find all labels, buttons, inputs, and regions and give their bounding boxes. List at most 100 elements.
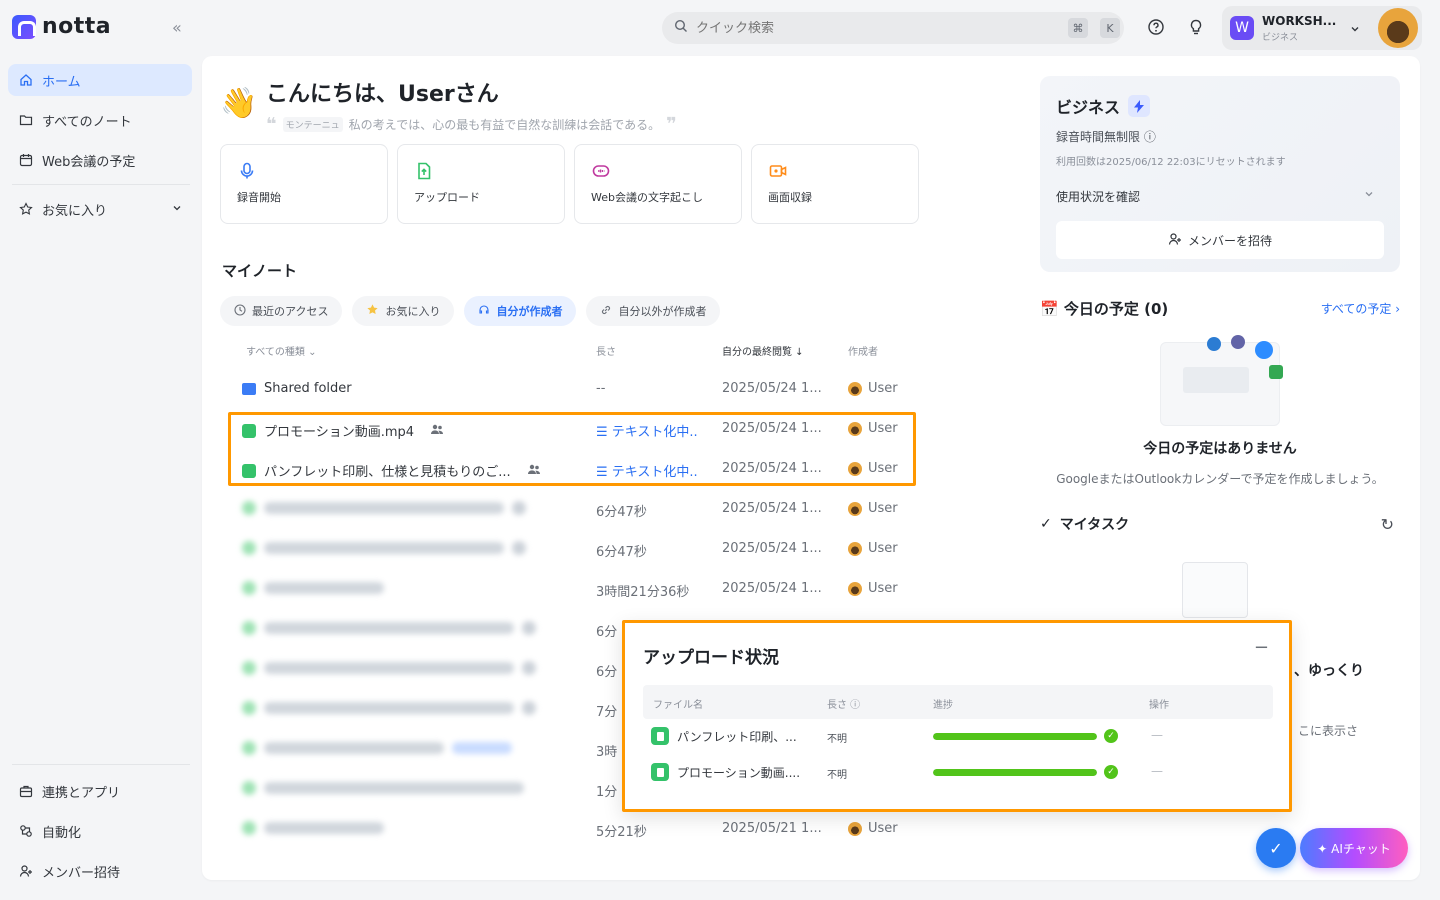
column-operations: 操作 bbox=[1149, 700, 1169, 711]
redacted-name bbox=[264, 582, 384, 594]
column-last-viewed[interactable]: 自分の最終閲覧 ↓ bbox=[722, 343, 804, 358]
sidebar-item-all-notes[interactable]: すべてのノート bbox=[8, 104, 192, 136]
transcribe-meeting-button[interactable]: Web会議の文字起こし bbox=[574, 144, 742, 224]
close-quote-icon: ❞ bbox=[666, 114, 677, 135]
upload-button[interactable]: アップロード bbox=[397, 144, 565, 224]
invite-member-button[interactable]: メンバーを招待 bbox=[1056, 221, 1384, 259]
column-length: 長さ ⓘ bbox=[827, 700, 861, 711]
quote-author: モンテーニュ bbox=[282, 117, 343, 132]
table-row[interactable]: プロモーション動画.mp4 ☰ テキスト化中.. 2025/05/24 1...… bbox=[232, 409, 922, 449]
task-fab-button[interactable]: ✓ bbox=[1256, 828, 1296, 868]
file-icon bbox=[242, 821, 256, 835]
screen-record-icon bbox=[768, 161, 788, 181]
filter-created-by-me[interactable]: 自分が作成者 bbox=[464, 296, 577, 326]
redacted-name bbox=[264, 662, 514, 674]
quick-search-bar[interactable]: ⌘ K bbox=[662, 12, 1124, 44]
all-schedules-link[interactable]: すべての予定 › bbox=[1321, 300, 1400, 317]
add-member-icon bbox=[1168, 232, 1182, 249]
usage-toggle[interactable]: 使用状況を確認 bbox=[1056, 188, 1384, 205]
app-logo[interactable]: notta bbox=[12, 14, 111, 39]
chevron-down-icon bbox=[1350, 19, 1360, 38]
app-name: notta bbox=[42, 14, 112, 39]
note-author: User bbox=[868, 421, 898, 436]
note-length: 3時 bbox=[596, 745, 618, 760]
home-icon bbox=[18, 72, 34, 88]
help-icon[interactable] bbox=[1147, 18, 1165, 36]
upload-progress-fill bbox=[933, 769, 1097, 776]
table-row[interactable]: 6分47秒 2025/05/24 1... User bbox=[232, 529, 922, 569]
file-icon bbox=[651, 763, 669, 781]
sidebar-item-favorites[interactable]: お気に入り bbox=[8, 193, 192, 225]
calendar-illustration bbox=[1160, 335, 1283, 426]
table-row[interactable]: 5分21秒 2025/05/21 1... User bbox=[232, 809, 922, 849]
record-button[interactable]: 録音開始 bbox=[220, 144, 388, 224]
my-tasks-header: ✓ マイタスク ↻ bbox=[1040, 514, 1400, 534]
refresh-icon[interactable]: ↻ bbox=[1381, 515, 1394, 534]
today-schedule-header: 📅 今日の予定 (0) すべての予定 › bbox=[1040, 298, 1400, 319]
author-avatar bbox=[848, 541, 862, 556]
today-schedule-title: 📅 今日の予定 (0) bbox=[1040, 300, 1169, 318]
sidebar-item-home[interactable]: ホーム bbox=[8, 64, 192, 96]
note-length: 6分47秒 bbox=[596, 505, 647, 520]
business-plan-panel: ビジネス 録音時間無制限 ⓘ 利用回数は2025/06/12 22:03にリセッ… bbox=[1040, 76, 1400, 272]
transcribing-status[interactable]: ☰ テキスト化中.. bbox=[596, 421, 698, 440]
workspace-name: WORKSH... bbox=[1262, 13, 1337, 28]
ai-chat-button[interactable]: ✦ AIチャット bbox=[1300, 828, 1408, 868]
task-illustration bbox=[1182, 562, 1248, 618]
sidebar-item-integrations[interactable]: 連携とアプリ bbox=[8, 775, 192, 807]
sidebar-item-label: お気に入り bbox=[42, 203, 108, 219]
author-avatar bbox=[848, 381, 862, 396]
shared-users-icon bbox=[522, 621, 536, 635]
search-input[interactable] bbox=[696, 20, 1056, 36]
minimize-icon[interactable]: − bbox=[1254, 637, 1269, 658]
note-filters: 最近のアクセス お気に入り 自分が作成者 自分以外が作成者 bbox=[220, 296, 721, 326]
column-file-name: ファイル名 bbox=[653, 700, 703, 711]
waving-hand-icon: 👋 bbox=[220, 86, 258, 121]
no-schedule-title: 今日の予定はありません bbox=[1143, 441, 1297, 457]
redacted-name bbox=[264, 782, 524, 794]
filter-favorites[interactable]: お気に入り bbox=[352, 296, 455, 326]
nav-divider bbox=[12, 184, 190, 185]
notta-logo-icon bbox=[12, 14, 36, 39]
chevron-down-icon bbox=[1364, 188, 1374, 205]
sidebar-item-automation[interactable]: 自動化 bbox=[8, 815, 192, 847]
note-date: 2025/05/24 1... bbox=[722, 381, 822, 396]
my-tasks-label: マイタスク bbox=[1059, 517, 1130, 533]
table-row[interactable]: Shared folder -- 2025/05/24 1... User bbox=[232, 369, 922, 409]
action-label: アップロード bbox=[414, 191, 480, 204]
shared-users-icon bbox=[512, 501, 526, 515]
table-row[interactable]: 3時間21分36秒 2025/05/24 1... User bbox=[232, 569, 922, 609]
table-row[interactable]: パンフレット印刷、仕様と見積もりのご... ☰ テキスト化中.. 2025/05… bbox=[232, 449, 922, 489]
action-label: 画面収録 bbox=[768, 191, 812, 204]
filter-recent[interactable]: 最近のアクセス bbox=[220, 296, 343, 326]
file-icon bbox=[242, 741, 256, 755]
sidebar-item-label: 連携とアプリ bbox=[42, 785, 121, 801]
transcribing-status[interactable]: ☰ テキスト化中.. bbox=[596, 461, 698, 480]
upload-progress-bar bbox=[933, 733, 1097, 740]
star-icon bbox=[18, 201, 34, 217]
chevron-down-icon[interactable] bbox=[172, 202, 182, 217]
plan-name: ビジネス bbox=[1056, 98, 1121, 117]
note-length: 6分 bbox=[596, 665, 618, 680]
filter-label: 自分以外が作成者 bbox=[618, 305, 707, 318]
filter-label: お気に入り bbox=[385, 305, 441, 318]
column-type[interactable]: すべての種類 ⌄ bbox=[246, 343, 316, 358]
note-date: 2025/05/24 1... bbox=[722, 541, 822, 556]
open-quote-icon: ❝ bbox=[266, 114, 277, 135]
action-label: 録音開始 bbox=[237, 191, 281, 204]
note-name: プロモーション動画.mp4 bbox=[264, 425, 415, 440]
sidebar-nav: ホーム すべてのノート Web会議の予定 お気に入り bbox=[8, 64, 192, 233]
column-progress: 進捗 bbox=[933, 700, 953, 711]
author-avatar bbox=[848, 421, 862, 436]
upload-table-header: ファイル名 長さ ⓘ 進捗 操作 bbox=[643, 685, 1273, 719]
sidebar-item-invite-members[interactable]: メンバー招待 bbox=[8, 855, 192, 887]
sidebar-item-web-meetings[interactable]: Web会議の予定 bbox=[8, 144, 192, 176]
table-row[interactable]: 6分47秒 2025/05/24 1... User bbox=[232, 489, 922, 529]
upload-icon bbox=[414, 161, 434, 181]
screen-record-button[interactable]: 画面収録 bbox=[751, 144, 919, 224]
sidebar-item-label: すべてのノート bbox=[42, 114, 132, 130]
filter-created-by-others[interactable]: 自分以外が作成者 bbox=[586, 296, 721, 326]
lightbulb-icon[interactable] bbox=[1187, 18, 1205, 36]
collapse-sidebar-icon[interactable]: « bbox=[172, 18, 182, 37]
user-avatar[interactable] bbox=[1378, 8, 1418, 48]
